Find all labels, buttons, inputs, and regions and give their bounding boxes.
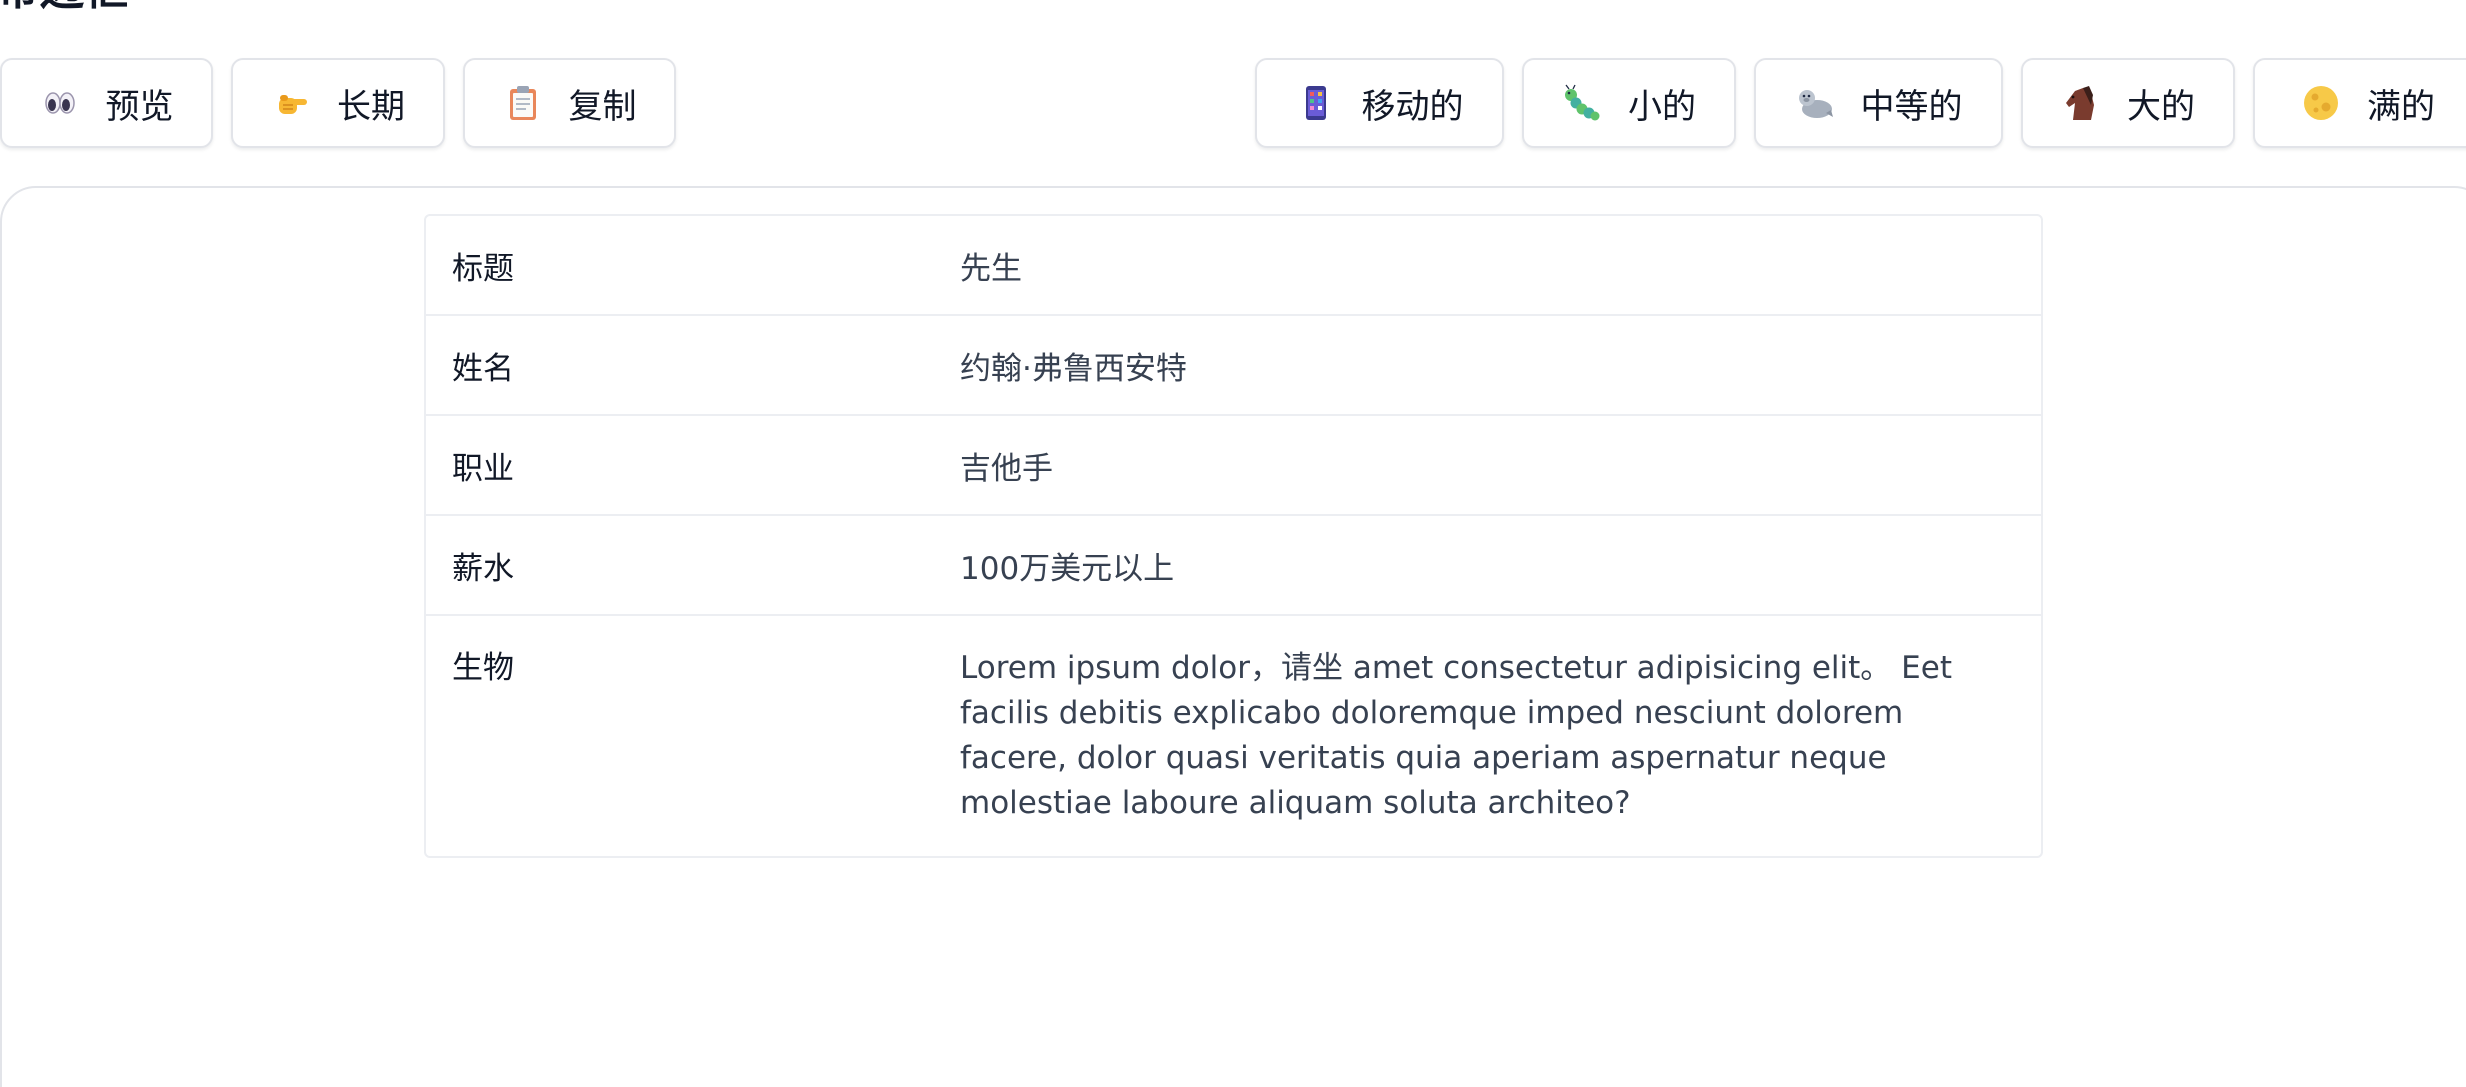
row-value: 约翰·弗鲁西安特 — [960, 350, 1187, 387]
page-title: 带边框 — [0, 0, 128, 14]
caterpillar-icon — [1562, 83, 1602, 123]
copy-button-label: 复制 — [568, 86, 637, 127]
row-label: 生物 — [452, 650, 514, 686]
row-label: 职业 — [452, 450, 514, 487]
mobile-button-label: 移动的 — [1361, 86, 1464, 127]
small-button[interactable]: 小的 — [1522, 58, 1736, 148]
table-row: 薪水 100万美元以上 — [426, 516, 2041, 616]
horse-icon — [2061, 83, 2101, 123]
row-value: 吉他手 — [960, 450, 1053, 487]
pointing-hand-icon — [271, 83, 311, 123]
full-button[interactable]: 满的 — [2253, 58, 2466, 148]
row-value: 先生 — [960, 250, 1022, 287]
full-button-label: 满的 — [2367, 86, 2435, 127]
preview-button-label: 预览 — [105, 86, 174, 127]
medium-button[interactable]: 中等的 — [1754, 58, 2003, 148]
preview-button[interactable]: 预览 — [0, 58, 213, 148]
long-button[interactable]: 长期 — [231, 58, 445, 148]
medium-button-label: 中等的 — [1860, 86, 1963, 127]
mobile-phone-icon — [1296, 83, 1336, 123]
clipboard-icon — [503, 83, 543, 123]
large-button-label: 大的 — [2127, 86, 2195, 127]
row-label: 薪水 — [452, 550, 514, 587]
row-value: Lorem ipsum dolor，请坐 amet consectetur ad… — [960, 650, 1952, 821]
full-moon-icon — [2301, 83, 2341, 123]
row-value: 100万美元以上 — [960, 550, 1175, 587]
copy-button[interactable]: 复制 — [463, 58, 676, 148]
row-label: 姓名 — [452, 350, 514, 387]
large-button[interactable]: 大的 — [2021, 58, 2235, 148]
seal-icon — [1795, 83, 1835, 123]
long-button-label: 长期 — [337, 86, 405, 127]
table-row: 姓名 约翰·弗鲁西安特 — [426, 316, 2041, 416]
page: 带边框 预览 长期 — [0, 0, 2466, 1087]
small-button-label: 小的 — [1628, 86, 1696, 127]
table-row: 标题 先生 — [426, 216, 2041, 316]
eyes-icon — [40, 83, 80, 123]
mobile-button[interactable]: 移动的 — [1255, 58, 1504, 148]
row-label: 标题 — [452, 250, 514, 287]
table-row: 生物 Lorem ipsum dolor，请坐 amet consectetur… — [426, 616, 2041, 856]
preview-toolbar: 预览 长期 复制 移动的 小的 中等的 大的 满的 — [0, 58, 2466, 152]
table-row: 职业 吉他手 — [426, 416, 2041, 516]
details-table: 标题 先生 姓名 约翰·弗鲁西安特 职业 吉他手 薪水 100万美元以上 生物 … — [424, 214, 2043, 858]
